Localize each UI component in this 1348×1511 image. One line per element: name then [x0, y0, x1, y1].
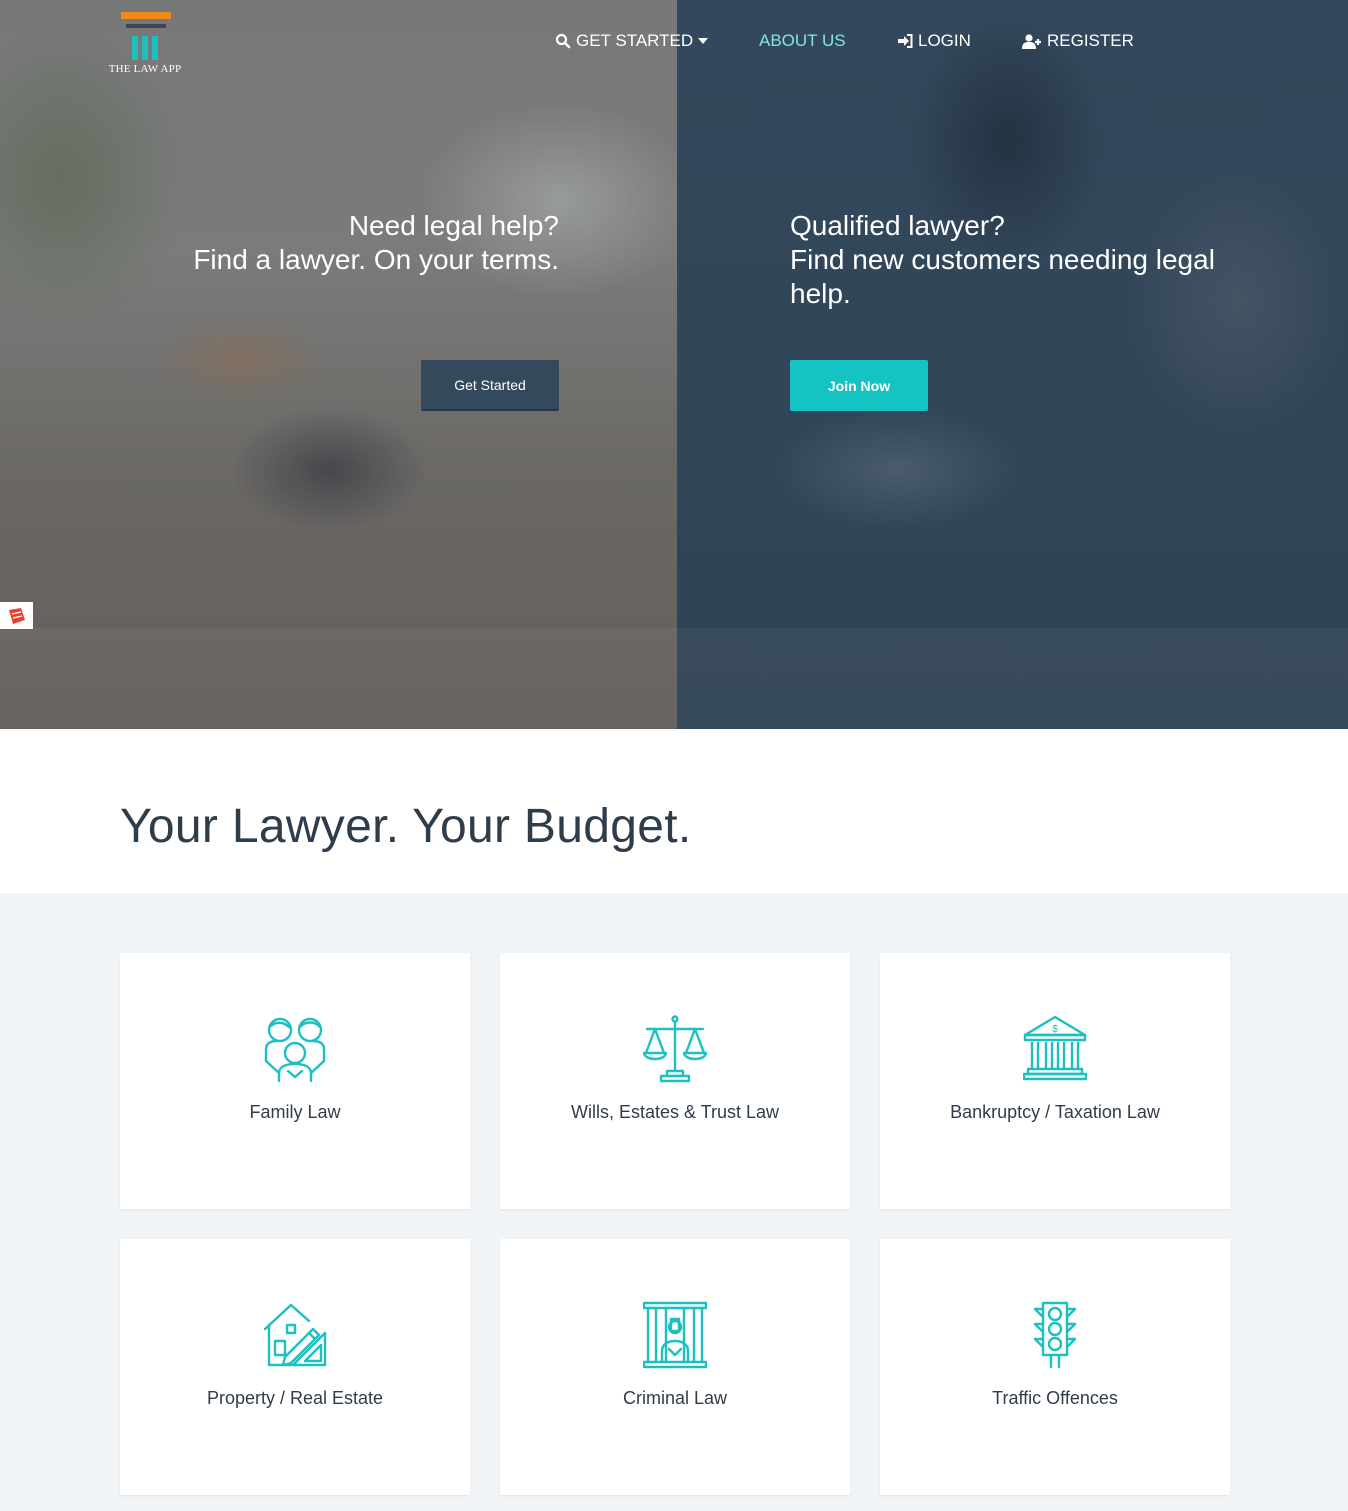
nav-get-started[interactable]: GET STARTED: [555, 31, 709, 51]
hero-right-background: [677, 0, 1348, 729]
prison-icon: [643, 1301, 707, 1369]
sign-in-icon: [898, 34, 913, 48]
feedback-widget[interactable]: [0, 602, 33, 629]
family-icon: [264, 1017, 326, 1083]
category-card-family-law[interactable]: Family Law: [120, 953, 470, 1209]
search-icon: [555, 33, 571, 49]
nav-about-us-label: ABOUT US: [759, 31, 846, 50]
category-card-bankruptcy[interactable]: $ Bankruptcy / Taxation Law: [880, 953, 1230, 1209]
logo-column: [152, 36, 158, 60]
nav-login-label: LOGIN: [918, 31, 971, 50]
join-now-button[interactable]: Join Now: [790, 360, 928, 411]
tagline: Your Lawyer. Your Budget.: [120, 800, 692, 853]
category-label: Traffic Offences: [992, 1388, 1118, 1408]
hero-right-heading: Qualified lawyer? Find new customers nee…: [790, 209, 1260, 311]
hero-right-line1: Qualified lawyer?: [790, 210, 1005, 241]
bank-icon: $: [1023, 1015, 1087, 1081]
tagline-section: Your Lawyer. Your Budget.: [0, 729, 1348, 893]
hero-bottom-strip: [0, 628, 1348, 729]
get-started-button[interactable]: Get Started: [421, 360, 559, 411]
hero-left-heading: Need legal help? Find a lawyer. On your …: [139, 209, 559, 277]
hero-left-line2: Find a lawyer. On your terms.: [193, 244, 559, 275]
brand-name: THE LAW APP: [108, 63, 182, 75]
hero-left-line1: Need legal help?: [348, 210, 559, 241]
category-card-criminal-law[interactable]: Criminal Law: [500, 1239, 850, 1495]
nav-get-started-label: GET STARTED: [576, 31, 694, 50]
hero-left-background: [0, 0, 677, 729]
category-card-property[interactable]: Property / Real Estate: [120, 1239, 470, 1495]
house-plan-icon: [263, 1303, 327, 1367]
traffic-light-icon: [1033, 1301, 1077, 1369]
category-label: Wills, Estates & Trust Law: [570, 1102, 780, 1122]
logo-bar: [121, 12, 171, 19]
caret-down-icon: [698, 38, 709, 44]
feedback-icon: [8, 607, 25, 624]
nav-register[interactable]: REGISTER: [1022, 31, 1134, 51]
category-label: Criminal Law: [622, 1388, 728, 1408]
logo-bar-shadow: [126, 24, 166, 28]
scales-icon: [643, 1015, 707, 1083]
hero-right-line2: Find new customers needing legal help.: [790, 244, 1215, 309]
category-card-wills-estates[interactable]: Wills, Estates & Trust Law: [500, 953, 850, 1209]
user-plus-icon: [1022, 33, 1041, 49]
hero-section: THE LAW APP GET STARTED ABOUT US LOGIN R…: [0, 0, 1348, 729]
nav-about-us[interactable]: ABOUT US: [759, 31, 846, 51]
svg-text:$: $: [1052, 1024, 1058, 1035]
nav-register-label: REGISTER: [1047, 31, 1134, 50]
logo-column: [132, 36, 138, 60]
category-label: Property / Real Estate: [206, 1388, 384, 1408]
nav-login[interactable]: LOGIN: [898, 31, 971, 51]
category-card-traffic-offences[interactable]: Traffic Offences: [880, 1239, 1230, 1495]
category-label: Family Law: [249, 1102, 341, 1122]
brand-logo[interactable]: THE LAW APP: [104, 12, 186, 78]
category-label: Bankruptcy / Taxation Law: [950, 1102, 1160, 1122]
logo-column: [142, 36, 148, 60]
